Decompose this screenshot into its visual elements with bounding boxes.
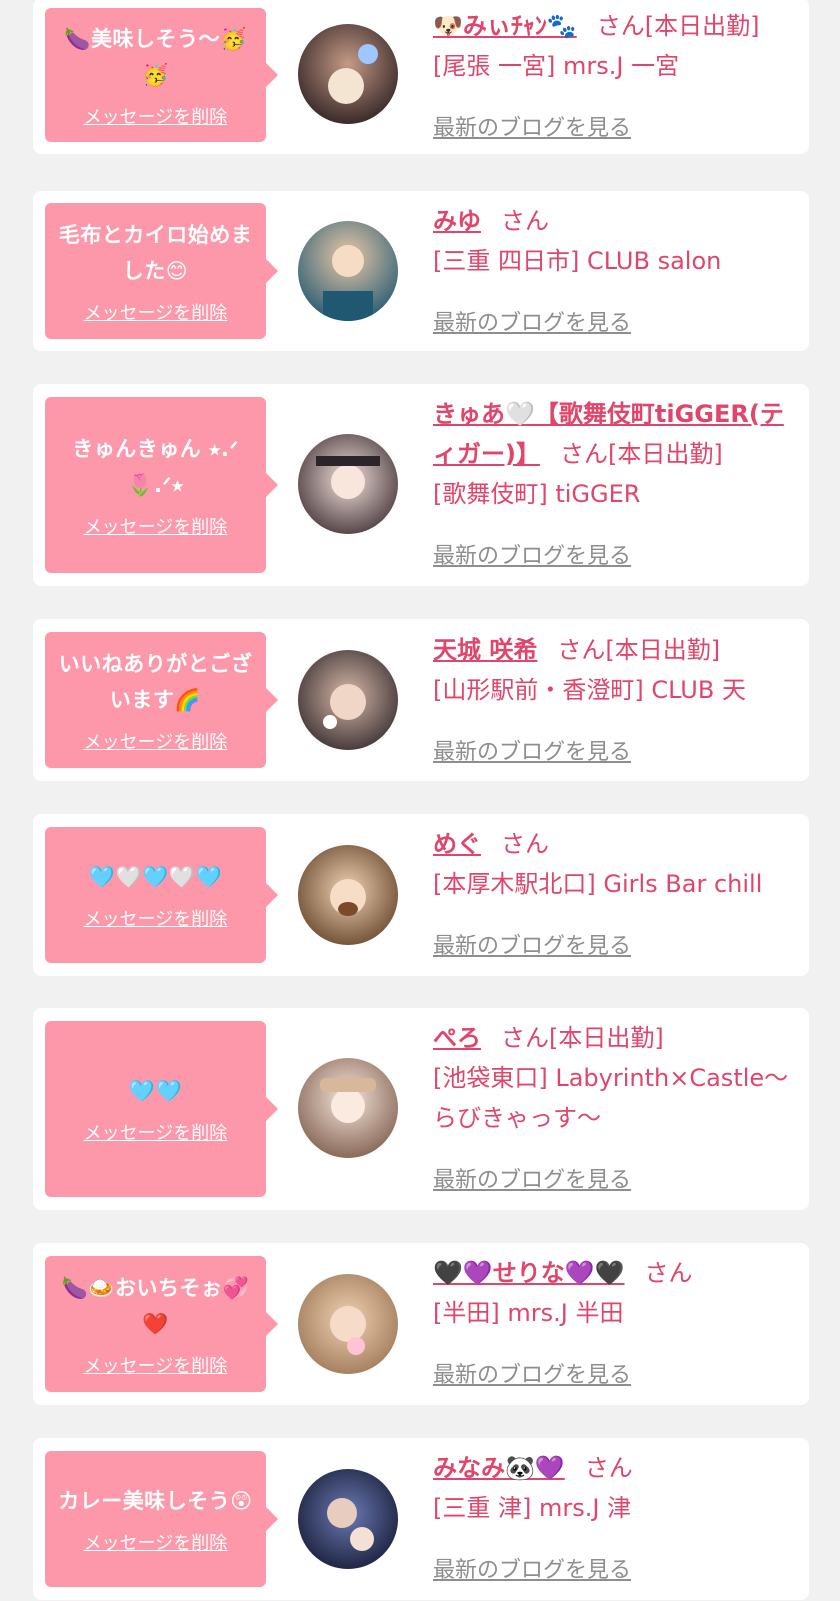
delete-message-link[interactable]: メッセージを削除 <box>84 905 228 931</box>
avatar[interactable] <box>298 845 398 945</box>
avatar[interactable] <box>298 221 398 321</box>
cast-status: さん[本日出勤] <box>596 12 760 40</box>
delete-message-link[interactable]: メッセージを削除 <box>84 299 228 325</box>
message-text: 🍆美味しそう〜🥳🥳 <box>64 27 247 87</box>
cast-info: めぐ さん [本厚木駅北口] Girls Bar chill 最新のブログを見る <box>433 824 793 964</box>
message-bubble: 🩵🤍🩵🤍🩵 メッセージを削除 <box>45 827 278 963</box>
message-text: 毛布とカイロ始めました😊 <box>58 223 253 283</box>
cast-status: さん <box>644 1259 693 1287</box>
blog-link[interactable]: 最新のブログを見る <box>433 305 631 337</box>
blog-link[interactable]: 最新のブログを見る <box>433 928 631 960</box>
message-bubble: カレー美味しそう😲 メッセージを削除 <box>45 1451 278 1587</box>
shop-info: [尾張 一宮] mrs.J 一宮 <box>433 52 680 80</box>
shop-info: [半田] mrs.J 半田 <box>433 1299 624 1327</box>
shop-info: [三重 四日市] CLUB salon <box>433 247 722 275</box>
message-list: 🍆美味しそう〜🥳🥳 メッセージを削除 🐶みぃﾁｬﾝ🐾 さん[本日出勤] [尾張 一… <box>0 0 840 1601</box>
blog-link[interactable]: 最新のブログを見る <box>433 1357 631 1389</box>
cast-name-link[interactable]: 🐶みぃﾁｬﾝ🐾 <box>433 12 577 40</box>
message-text: 🍆🍛おいちそぉ💞❤️ <box>61 1276 250 1336</box>
delete-message-link[interactable]: メッセージを削除 <box>84 103 228 129</box>
list-item: 🍆美味しそう〜🥳🥳 メッセージを削除 🐶みぃﾁｬﾝ🐾 さん[本日出勤] [尾張 一… <box>33 0 809 154</box>
list-item: 🩵🤍🩵🤍🩵 メッセージを削除 めぐ さん [本厚木駅北口] Girls Bar c… <box>33 814 809 976</box>
list-item: きゅんきゅん ⭑.ᐟ🌷.ᐟ⭑ メッセージを削除 きゅあ🤍【歌舞伎町tiGGER(… <box>33 384 809 586</box>
list-item: 🩵🩵 メッセージを削除 ぺろ さん[本日出勤] [池袋東口] Labyrinth×… <box>33 1008 809 1210</box>
cast-info: きゅあ🤍【歌舞伎町tiGGER(ティガー)】 さん[本日出勤] [歌舞伎町] ti… <box>433 394 793 576</box>
avatar[interactable] <box>298 434 398 534</box>
delete-message-link[interactable]: メッセージを削除 <box>84 1119 228 1145</box>
blog-link[interactable]: 最新のブログを見る <box>433 110 631 142</box>
message-text: きゅんきゅん ⭑.ᐟ🌷.ᐟ⭑ <box>72 437 239 497</box>
shop-info: [山形駅前・香澄町] CLUB 天 <box>433 676 746 704</box>
cast-status: さん[本日出勤] <box>559 440 723 468</box>
avatar[interactable] <box>298 1274 398 1374</box>
cast-info: 天城 咲希 さん[本日出勤] [山形駅前・香澄町] CLUB 天 最新のブログを見… <box>433 630 793 770</box>
cast-name-link[interactable]: 🖤💜せりな💜🖤 <box>433 1259 625 1287</box>
cast-info: みゆ さん [三重 四日市] CLUB salon 最新のブログを見る <box>433 201 793 341</box>
avatar[interactable] <box>298 1058 398 1158</box>
list-item: いいねありがとございます🌈 メッセージを削除 天城 咲希 さん[本日出勤] [山形… <box>33 619 809 781</box>
blog-link[interactable]: 最新のブログを見る <box>433 1162 631 1194</box>
avatar[interactable] <box>298 24 398 124</box>
cast-info: みなみ🐼💜 さん [三重 津] mrs.J 津 最新のブログを見る <box>433 1448 793 1588</box>
cast-name-link[interactable]: ぺろ <box>433 1024 481 1052</box>
avatar[interactable] <box>298 650 398 750</box>
list-item: 毛布とカイロ始めました😊 メッセージを削除 みゆ さん [三重 四日市] CLUB… <box>33 191 809 351</box>
message-text: 🩵🤍🩵🤍🩵 <box>88 865 223 889</box>
cast-status: さん <box>501 207 549 235</box>
cast-status: さん[本日出勤] <box>557 636 721 664</box>
cast-info: 🖤💜せりな💜🖤 さん [半田] mrs.J 半田 最新のブログを見る <box>433 1253 793 1393</box>
message-bubble: 🩵🩵 メッセージを削除 <box>45 1021 278 1197</box>
message-bubble: 毛布とカイロ始めました😊 メッセージを削除 <box>45 203 278 339</box>
cast-status: さん <box>584 1454 633 1482</box>
cast-name-link[interactable]: めぐ <box>433 830 481 858</box>
shop-info: [三重 津] mrs.J 津 <box>433 1494 632 1522</box>
delete-message-link[interactable]: メッセージを削除 <box>84 1529 228 1555</box>
message-bubble: きゅんきゅん ⭑.ᐟ🌷.ᐟ⭑ メッセージを削除 <box>45 397 278 573</box>
message-text: 🩵🩵 <box>128 1079 183 1103</box>
cast-info: 🐶みぃﾁｬﾝ🐾 さん[本日出勤] [尾張 一宮] mrs.J 一宮 最新のブログを… <box>433 6 793 146</box>
message-bubble: 🍆美味しそう〜🥳🥳 メッセージを削除 <box>45 8 278 142</box>
message-bubble: 🍆🍛おいちそぉ💞❤️ メッセージを削除 <box>45 1256 278 1392</box>
avatar[interactable] <box>298 1469 398 1569</box>
cast-status: さん[本日出勤] <box>501 1024 664 1052</box>
shop-info: [池袋東口] Labyrinth×Castle〜らびきゃっす〜 <box>433 1064 789 1132</box>
message-text: いいねありがとございます🌈 <box>58 652 253 712</box>
message-bubble: いいねありがとございます🌈 メッセージを削除 <box>45 632 278 768</box>
list-item: 🍆🍛おいちそぉ💞❤️ メッセージを削除 🖤💜せりな💜🖤 さん [半田] mrs.J… <box>33 1243 809 1405</box>
delete-message-link[interactable]: メッセージを削除 <box>84 1352 228 1378</box>
cast-name-link[interactable]: 天城 咲希 <box>433 636 537 664</box>
blog-link[interactable]: 最新のブログを見る <box>433 734 631 766</box>
blog-link[interactable]: 最新のブログを見る <box>433 1552 631 1584</box>
cast-info: ぺろ さん[本日出勤] [池袋東口] Labyrinth×Castle〜らびきゃっ… <box>433 1018 793 1200</box>
shop-info: [歌舞伎町] tiGGER <box>433 480 641 508</box>
blog-link[interactable]: 最新のブログを見る <box>433 538 631 570</box>
list-item: カレー美味しそう😲 メッセージを削除 みなみ🐼💜 さん [三重 津] mrs.J … <box>33 1438 809 1600</box>
delete-message-link[interactable]: メッセージを削除 <box>84 513 228 539</box>
delete-message-link[interactable]: メッセージを削除 <box>84 728 228 754</box>
shop-info: [本厚木駅北口] Girls Bar chill <box>433 870 763 898</box>
cast-name-link[interactable]: みゆ <box>433 207 481 235</box>
cast-name-link[interactable]: みなみ🐼💜 <box>433 1454 565 1482</box>
cast-status: さん <box>501 830 549 858</box>
message-text: カレー美味しそう😲 <box>58 1489 253 1513</box>
